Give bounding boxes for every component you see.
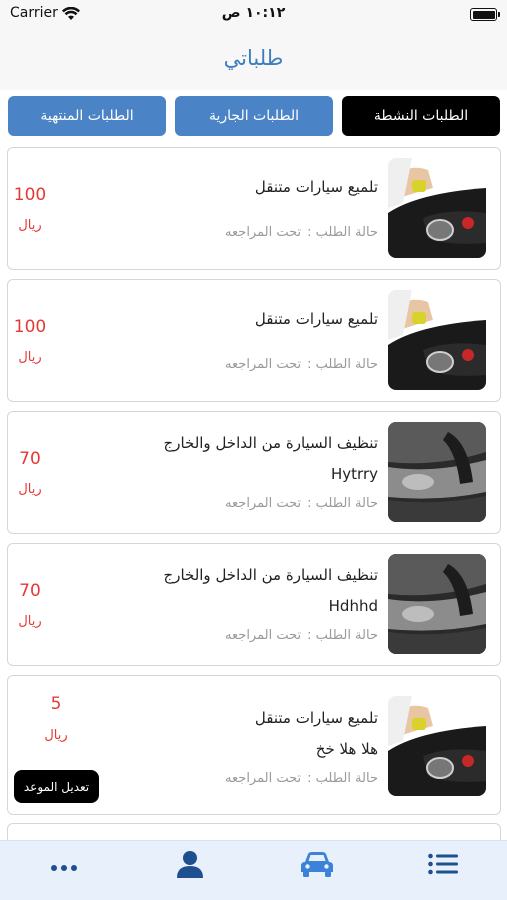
- status-label: حالة الطلب :: [307, 496, 378, 511]
- orders-list[interactable]: تلميع سيارات متنقل حالة الطلب : تحت المرا…: [0, 145, 507, 840]
- service-image: [388, 290, 486, 390]
- service-title: تلميع سيارات متنقل: [254, 310, 378, 328]
- service-image: [388, 696, 486, 796]
- service-image: [388, 422, 486, 522]
- order-card[interactable]: [7, 823, 501, 840]
- car-icon: [299, 850, 335, 882]
- order-price: 100: [13, 185, 47, 205]
- service-title: تلميع سيارات متنقل: [254, 709, 378, 727]
- more-dots-icon: [50, 857, 78, 876]
- status-label: حالة الطلب :: [307, 225, 378, 240]
- list-icon: [428, 853, 458, 879]
- battery-icon: [470, 8, 500, 21]
- order-currency: ريال: [44, 728, 68, 743]
- status-label: حالة الطلب :: [307, 357, 378, 372]
- page-title: طلباتي: [223, 46, 284, 70]
- order-currency: ريال: [18, 482, 42, 497]
- status-value: تحت المراجعه: [225, 628, 302, 643]
- order-note: Hdhhd: [328, 597, 378, 615]
- order-card[interactable]: تلميع سيارات متنقل هلا هلا خخ حالة الطلب…: [7, 675, 501, 815]
- status-value: تحت المراجعه: [225, 771, 302, 786]
- order-card[interactable]: تنظيف السيارة من الداخل والخارج Hdhhd حا…: [7, 543, 501, 666]
- status-label: حالة الطلب :: [307, 771, 378, 786]
- bottom-tab-bar: [0, 840, 507, 900]
- tab-more[interactable]: [34, 841, 94, 891]
- profile-icon: [177, 850, 203, 882]
- status-label: حالة الطلب :: [307, 628, 378, 643]
- order-status: حالة الطلب : تحت المراجعه: [225, 357, 378, 372]
- order-card[interactable]: تلميع سيارات متنقل حالة الطلب : تحت المرا…: [7, 279, 501, 402]
- tab-finished-orders[interactable]: الطلبات المنتهية: [8, 96, 166, 136]
- status-bar: Carrier ١٠:١٢ ص: [0, 0, 507, 30]
- tab-active-orders[interactable]: الطلبات النشطة: [342, 96, 500, 136]
- navigation-bar: طلباتي: [0, 30, 507, 90]
- order-price: 100: [13, 317, 47, 337]
- clock: ١٠:١٢ ص: [221, 5, 286, 21]
- tab-orders-car[interactable]: [287, 841, 347, 891]
- order-price: 70: [19, 449, 41, 469]
- order-currency: ريال: [18, 218, 42, 233]
- status-value: تحت المراجعه: [225, 496, 302, 511]
- order-price: 70: [19, 581, 41, 601]
- tab-profile[interactable]: [160, 841, 220, 891]
- service-image: [388, 554, 486, 654]
- order-filter-tabs: الطلبات النشطة الطلبات الجارية الطلبات ا…: [0, 96, 507, 136]
- order-card[interactable]: تنظيف السيارة من الداخل والخارج Hytrry ح…: [7, 411, 501, 534]
- order-status: حالة الطلب : تحت المراجعه: [225, 771, 378, 786]
- service-title: تنظيف السيارة من الداخل والخارج: [163, 566, 378, 584]
- order-note: هلا هلا خخ: [315, 740, 378, 758]
- order-status: حالة الطلب : تحت المراجعه: [225, 225, 378, 240]
- service-image: [388, 158, 486, 258]
- order-status: حالة الطلب : تحت المراجعه: [225, 496, 378, 511]
- service-title: تلميع سيارات متنقل: [254, 178, 378, 196]
- status-value: تحت المراجعه: [225, 357, 302, 372]
- edit-appointment-button[interactable]: تعديل الموعد: [14, 770, 99, 803]
- status-value: تحت المراجعه: [225, 225, 302, 240]
- order-card[interactable]: تلميع سيارات متنقل حالة الطلب : تحت المرا…: [7, 147, 501, 270]
- order-note: Hytrry: [331, 465, 378, 483]
- order-currency: ريال: [18, 350, 42, 365]
- order-status: حالة الطلب : تحت المراجعه: [225, 628, 378, 643]
- order-currency: ريال: [18, 614, 42, 629]
- order-price: 5: [50, 694, 62, 714]
- service-title: تنظيف السيارة من الداخل والخارج: [163, 434, 378, 452]
- tab-ongoing-orders[interactable]: الطلبات الجارية: [175, 96, 333, 136]
- tab-list[interactable]: [413, 841, 473, 891]
